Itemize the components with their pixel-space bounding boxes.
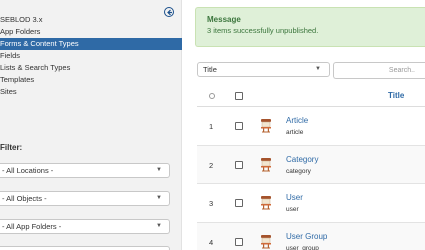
row-number: 3 [209, 199, 214, 208]
row-title-link[interactable]: Category [286, 155, 318, 164]
row-checkbox[interactable] [235, 122, 243, 130]
row-checkbox[interactable] [235, 237, 243, 246]
sidebar-item-templates[interactable]: Templates [0, 74, 182, 86]
search-input[interactable]: Search.. [333, 62, 425, 79]
sidebar: SEBLOD 3.x App Folders Forms & Content T… [0, 0, 182, 250]
chevron-down-icon: ▼ [156, 223, 162, 229]
row-alias: user [286, 206, 299, 213]
title-column-header[interactable]: Title [388, 91, 404, 100]
content-type-icon [260, 234, 272, 250]
filter-heading: Filter: [0, 143, 23, 152]
object-filter-select[interactable]: - All Objects - ▼ [0, 191, 170, 206]
row-number: 1 [209, 122, 214, 131]
ordering-icon[interactable] [209, 93, 215, 99]
row-number: 2 [209, 160, 214, 170]
table-row: 3 User user [197, 184, 425, 223]
row-checkbox[interactable] [235, 199, 243, 207]
table-row: 4 User Group user_group [197, 222, 425, 250]
sidebar-item-lists-search-types[interactable]: Lists & Search Types [0, 62, 182, 74]
table-row: 1 Article article [197, 107, 425, 146]
row-title-link[interactable]: User Group [286, 232, 327, 241]
row-title-link[interactable]: User [286, 193, 303, 202]
success-message: Message 3 items successfully unpublished… [195, 7, 425, 47]
row-number: 4 [209, 237, 214, 247]
sidebar-item-seblod[interactable]: SEBLOD 3.x [0, 14, 182, 26]
table-row: 2 Category category [197, 145, 425, 184]
row-alias: category [286, 167, 311, 175]
content-type-icon [260, 157, 272, 174]
row-checkbox[interactable] [235, 160, 243, 169]
sort-select-value: Title [203, 65, 217, 74]
row-alias: user_group [286, 244, 319, 250]
page: SEBLOD 3.x App Folders Forms & Content T… [0, 0, 425, 250]
chevron-down-icon: ▼ [156, 195, 162, 201]
search-placeholder: Search.. [388, 67, 415, 74]
sort-select[interactable]: Title ▼ [197, 62, 330, 77]
sidebar-item-app-folders[interactable]: App Folders [0, 26, 182, 38]
select-all-checkbox[interactable] [235, 92, 243, 100]
chevron-down-icon: ▼ [156, 167, 162, 173]
app-folder-filter-value: - All App Folders - [2, 222, 62, 231]
content-type-icon [260, 196, 272, 212]
sidebar-menu: SEBLOD 3.x App Folders Forms & Content T… [0, 14, 182, 98]
message-text: 3 items successfully unpublished. [207, 26, 319, 35]
sidebar-item-fields[interactable]: Fields [0, 50, 182, 62]
app-folder-filter-select[interactable]: - All App Folders - ▼ [0, 219, 170, 234]
location-filter-value: - All Locations - [2, 166, 54, 175]
object-filter-value: - All Objects - [2, 194, 47, 203]
main-content: Message 3 items successfully unpublished… [183, 0, 425, 250]
location-filter-select[interactable]: - All Locations - ▼ [0, 163, 170, 178]
message-title: Message [207, 15, 241, 24]
table-header: Title [197, 85, 425, 107]
sidebar-item-forms-content-types[interactable]: Forms & Content Types [0, 38, 182, 50]
row-title-link[interactable]: Article [286, 116, 308, 125]
sidebar-item-sites[interactable]: Sites [0, 86, 182, 98]
chevron-down-icon: ▼ [315, 66, 321, 72]
row-alias: article [286, 129, 304, 136]
more-filter-select[interactable] [0, 246, 170, 250]
content-type-icon [260, 119, 272, 135]
items-table: Title 1 Article article 2 Category categ… [197, 85, 425, 250]
